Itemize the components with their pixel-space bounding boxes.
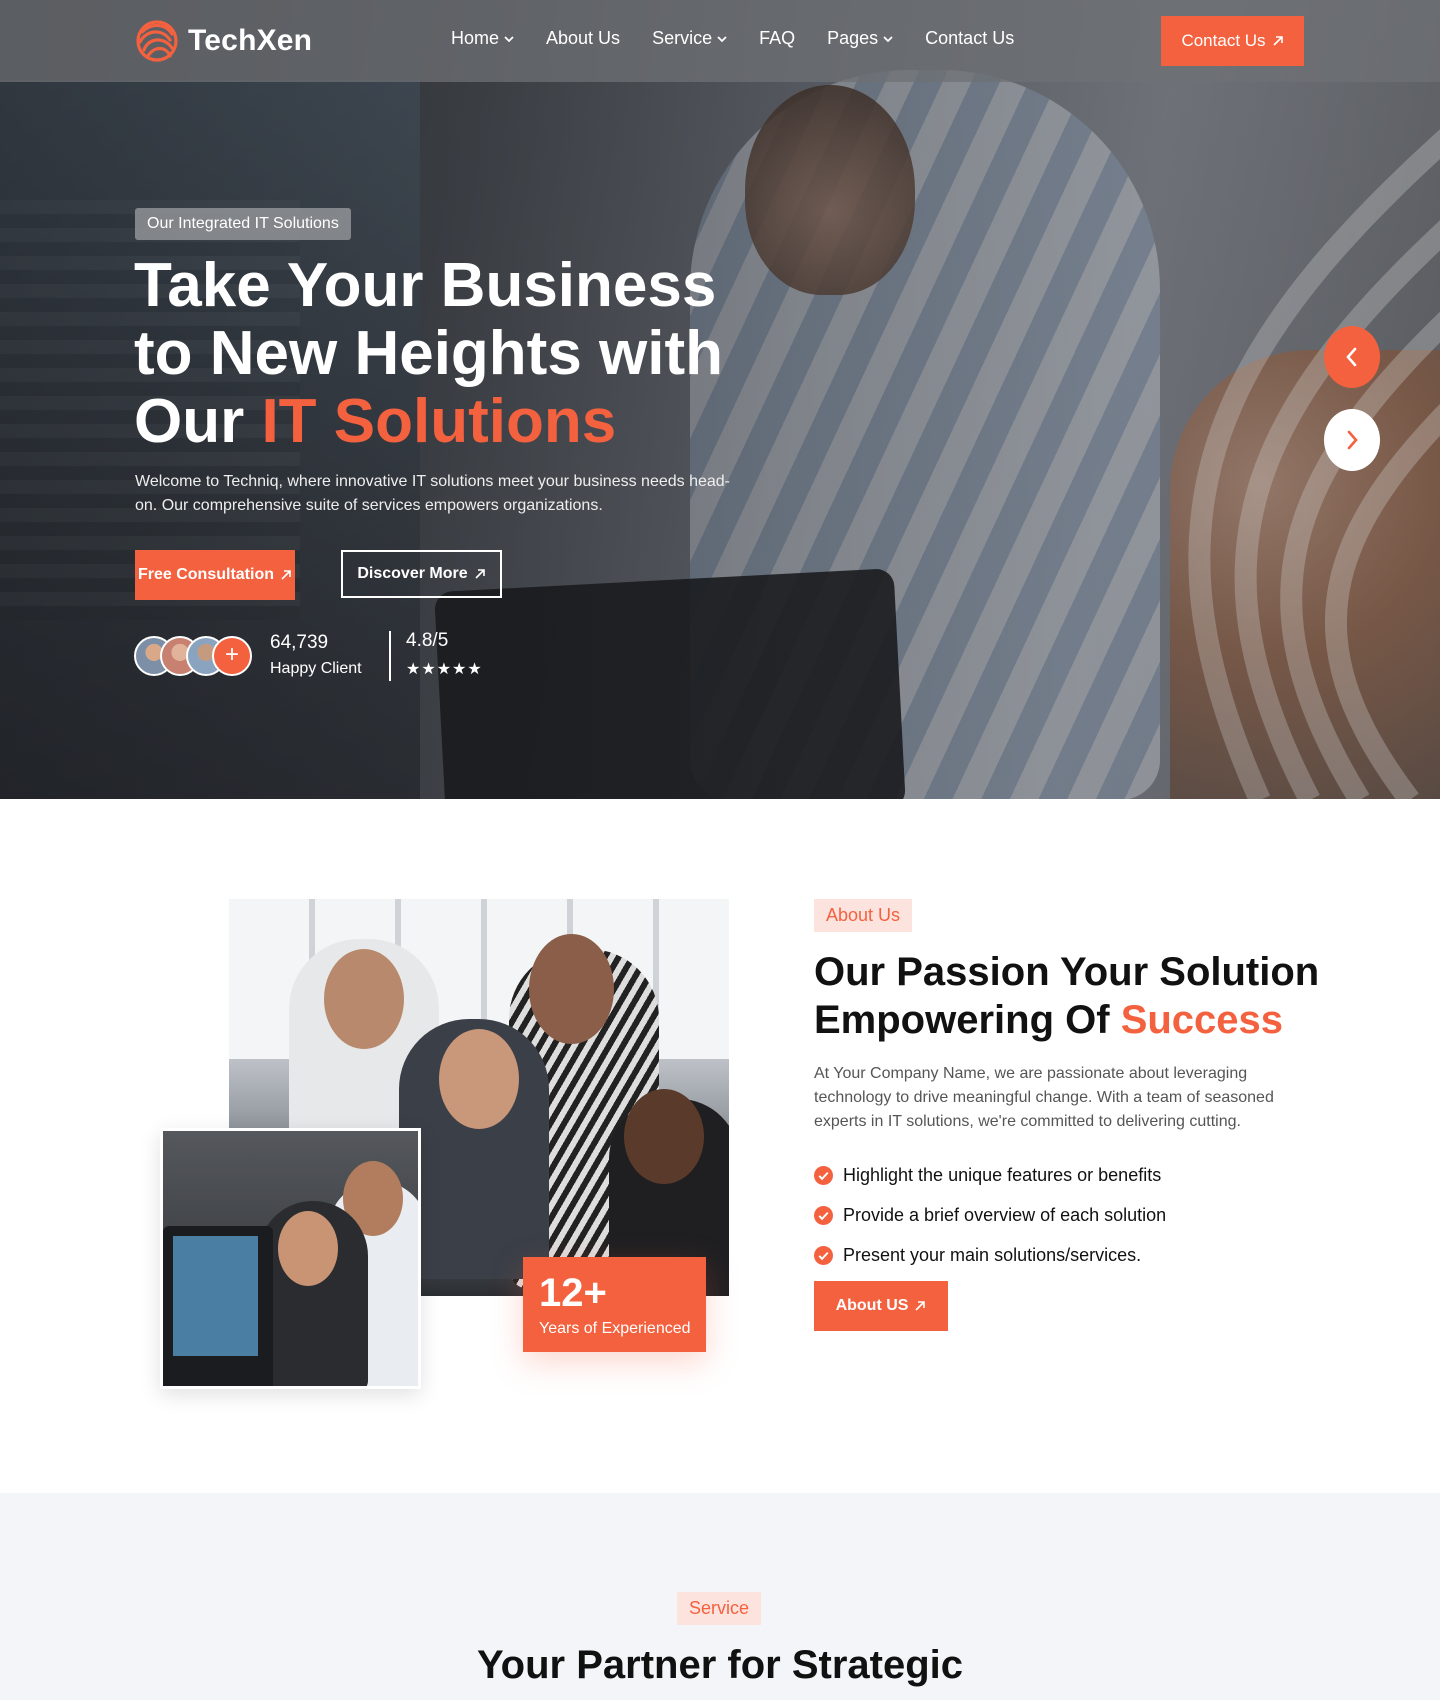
hero-badge: Our Integrated IT Solutions (135, 208, 351, 240)
hero-title: Take Your Business to New Heights with O… (134, 251, 723, 456)
hero-description: Welcome to Techniq, where innovative IT … (135, 473, 730, 514)
check-circle-icon (814, 1165, 833, 1185)
rating-value: 4.8/5 (406, 630, 449, 651)
experience-label: Years of Experienced (539, 1320, 691, 1337)
free-consultation-button[interactable]: Free Consultation (135, 550, 295, 600)
check-circle-icon (814, 1245, 833, 1265)
service-title: Your Partner for Strategic (476, 1643, 964, 1687)
discover-more-button[interactable]: Discover More (341, 550, 502, 598)
service-badge: Service (677, 1592, 762, 1625)
nav-item-contact-us[interactable]: Contact Us (925, 28, 1014, 49)
nav-item-about-us[interactable]: About Us (546, 28, 620, 49)
list-item: Highlight the unique features or benefit… (814, 1155, 1166, 1195)
arrow-up-right-icon (475, 569, 485, 579)
nav-item-service[interactable]: Service (652, 28, 727, 49)
brand-name: TechXen (188, 24, 313, 57)
about-description: At Your Company Name, we are passionate … (814, 1065, 1274, 1130)
nav-item-pages[interactable]: Pages (827, 28, 893, 49)
service-section: Service Your Partner for Strategic (0, 1493, 1440, 1700)
client-label: Happy Client (270, 660, 362, 677)
client-avatars: + (134, 636, 252, 676)
about-title: Our Passion Your Solution Empowering Of … (814, 950, 1320, 1042)
chevron-down-icon (883, 35, 893, 42)
top-navigation: TechXen Home About Us Service FAQ Pages (0, 0, 1440, 82)
arrow-up-right-icon (915, 1301, 926, 1311)
about-us-button[interactable]: About US (814, 1281, 948, 1331)
plus-icon[interactable]: + (212, 636, 252, 676)
chevron-down-icon (504, 35, 514, 42)
list-item: Provide a brief overview of each solutio… (814, 1195, 1166, 1235)
arrow-up-right-icon (281, 570, 291, 580)
feature-checklist: Highlight the unique features or benefit… (814, 1155, 1166, 1275)
slider-next-button[interactable] (1324, 409, 1380, 471)
experience-badge: 12+ Years of Experienced (523, 1257, 706, 1352)
logo[interactable]: TechXen (134, 18, 312, 64)
nav-item-home[interactable]: Home (451, 28, 514, 49)
client-count: 64,739 (270, 632, 329, 653)
check-circle-icon (814, 1205, 833, 1225)
logo-mark-icon (136, 20, 178, 62)
slider-prev-button[interactable] (1324, 326, 1380, 388)
divider (389, 631, 391, 681)
about-badge: About Us (814, 899, 913, 932)
chevron-down-icon (717, 35, 727, 42)
experience-number: 12+ (539, 1271, 607, 1315)
arrow-up-right-icon (1272, 36, 1283, 46)
hero-section: TechXen Home About Us Service FAQ Pages (0, 0, 1440, 799)
contact-us-button[interactable]: Contact Us (1161, 16, 1304, 66)
chevron-right-icon (1347, 430, 1358, 450)
chevron-left-icon (1346, 347, 1357, 367)
nav-item-faq[interactable]: FAQ (759, 28, 795, 49)
office-photo (160, 1128, 421, 1389)
main-menu: Home About Us Service FAQ Pages Contact … (451, 28, 1014, 49)
star-rating: ★★★★★ (406, 661, 483, 678)
list-item: Present your main solutions/services. (814, 1235, 1166, 1275)
